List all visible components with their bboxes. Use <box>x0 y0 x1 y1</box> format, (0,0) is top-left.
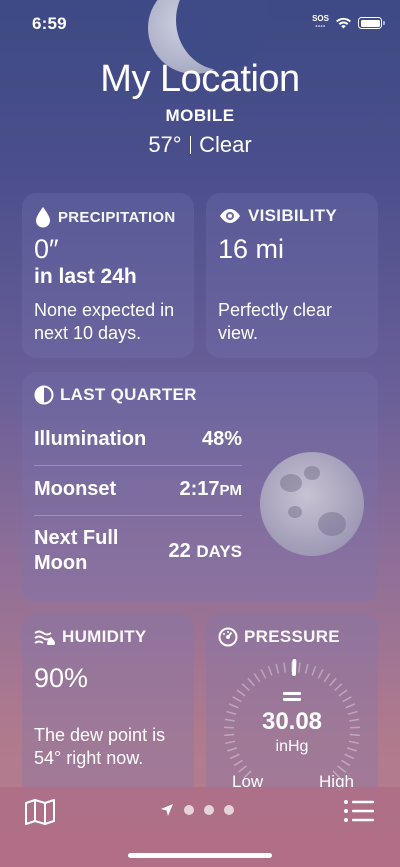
pressure-card[interactable]: PRESSURE 30.08 inHg Low High <box>206 614 378 814</box>
gauge-tick <box>267 665 273 676</box>
gauge-tick <box>241 683 250 692</box>
gauge-tick <box>275 663 280 674</box>
pressure-title: PRESSURE <box>218 627 340 647</box>
humidity-description: The dew point is 54° right now. <box>34 725 166 768</box>
moon-card[interactable]: LAST QUARTER Illumination 48% Moonset 2:… <box>22 372 378 601</box>
page-dot <box>204 805 214 815</box>
status-time: 6:59 <box>32 14 67 33</box>
carrier-label: SOS •••• <box>312 14 329 31</box>
status-icons: SOS •••• <box>312 14 385 31</box>
gauge-tick <box>342 696 352 703</box>
precipitation-title: PRECIPITATION <box>34 206 176 228</box>
visibility-card[interactable]: VISIBILITY 16 mi Perfectly clear view. <box>206 193 378 358</box>
illumination-value: 48% <box>201 428 242 450</box>
moon-image <box>260 452 364 556</box>
precipitation-period: in last 24h <box>34 265 137 288</box>
page-dot <box>224 805 234 815</box>
wifi-icon <box>336 17 351 29</box>
visibility-value: 16 mi <box>218 234 285 264</box>
moon-row-moonset: Moonset 2:17PM <box>34 478 243 500</box>
moonset-unit: PM <box>219 482 243 499</box>
gauge-tick <box>317 669 324 679</box>
gauge-tick <box>338 689 348 697</box>
current-temp: 57° <box>148 132 182 157</box>
visibility-title: VISIBILITY <box>218 206 337 226</box>
list-icon[interactable] <box>343 799 375 823</box>
moonset-value: 2:17 <box>179 478 220 500</box>
precipitation-description: None expected in next 10 days. <box>34 300 175 343</box>
precipitation-value: 0″ <box>34 234 59 264</box>
gauge-tick <box>283 662 286 673</box>
precipitation-card[interactable]: PRECIPITATION 0″ in last 24h None expect… <box>22 193 194 358</box>
bottom-toolbar <box>0 787 400 867</box>
moon-phase-icon <box>34 385 54 405</box>
moon-title: LAST QUARTER <box>34 385 197 405</box>
current-condition: Clear <box>199 132 252 157</box>
current-conditions: 57° Clear <box>0 132 400 158</box>
next-full-value: 22 <box>168 539 191 562</box>
gauge-tick <box>232 696 242 703</box>
visibility-description: Perfectly clear view. <box>218 300 333 343</box>
gauge-tick <box>236 689 246 697</box>
location-arrow-icon <box>161 804 173 816</box>
divider <box>34 515 242 516</box>
moon-row-illumination: Illumination 48% <box>34 428 242 450</box>
location-header: My Location MOBILE 57° Clear <box>0 56 400 158</box>
gauge-tick <box>304 663 309 674</box>
map-icon[interactable] <box>24 799 56 825</box>
location-subtitle: MOBILE <box>165 106 235 125</box>
humidity-card[interactable]: HUMIDITY 90% The dew point is 54° right … <box>22 614 194 814</box>
gauge-tick <box>253 673 261 683</box>
page-dot <box>184 805 194 815</box>
eye-icon <box>220 209 240 223</box>
location-title: My Location <box>100 58 300 100</box>
home-indicator[interactable] <box>128 853 272 858</box>
next-full-unit: DAYS <box>196 541 242 561</box>
raindrop-icon <box>36 207 50 228</box>
page-indicator[interactable] <box>160 803 234 817</box>
humidity-value: 90% <box>34 663 89 693</box>
gauge-tick <box>341 759 351 767</box>
gauge-tick <box>323 673 331 683</box>
gauge-icon <box>218 627 238 647</box>
gauge-tick <box>260 669 267 679</box>
humidity-icon <box>34 630 55 645</box>
pressure-value: 30.08 <box>261 708 323 735</box>
gauge-tick <box>334 683 343 692</box>
gauge-tick <box>329 677 337 687</box>
gauge-tick <box>247 677 255 687</box>
gauge-tick <box>233 759 243 767</box>
gauge-tick <box>298 662 301 673</box>
gauge-tick <box>311 665 317 676</box>
battery-icon <box>358 17 385 29</box>
humidity-title: HUMIDITY <box>34 627 147 647</box>
pressure-unit: inHg <box>275 738 309 755</box>
pressure-steady-icon <box>283 692 301 702</box>
moon-row-next-full: Next Full Moon 22 DAYS <box>34 527 242 574</box>
divider <box>34 465 242 466</box>
